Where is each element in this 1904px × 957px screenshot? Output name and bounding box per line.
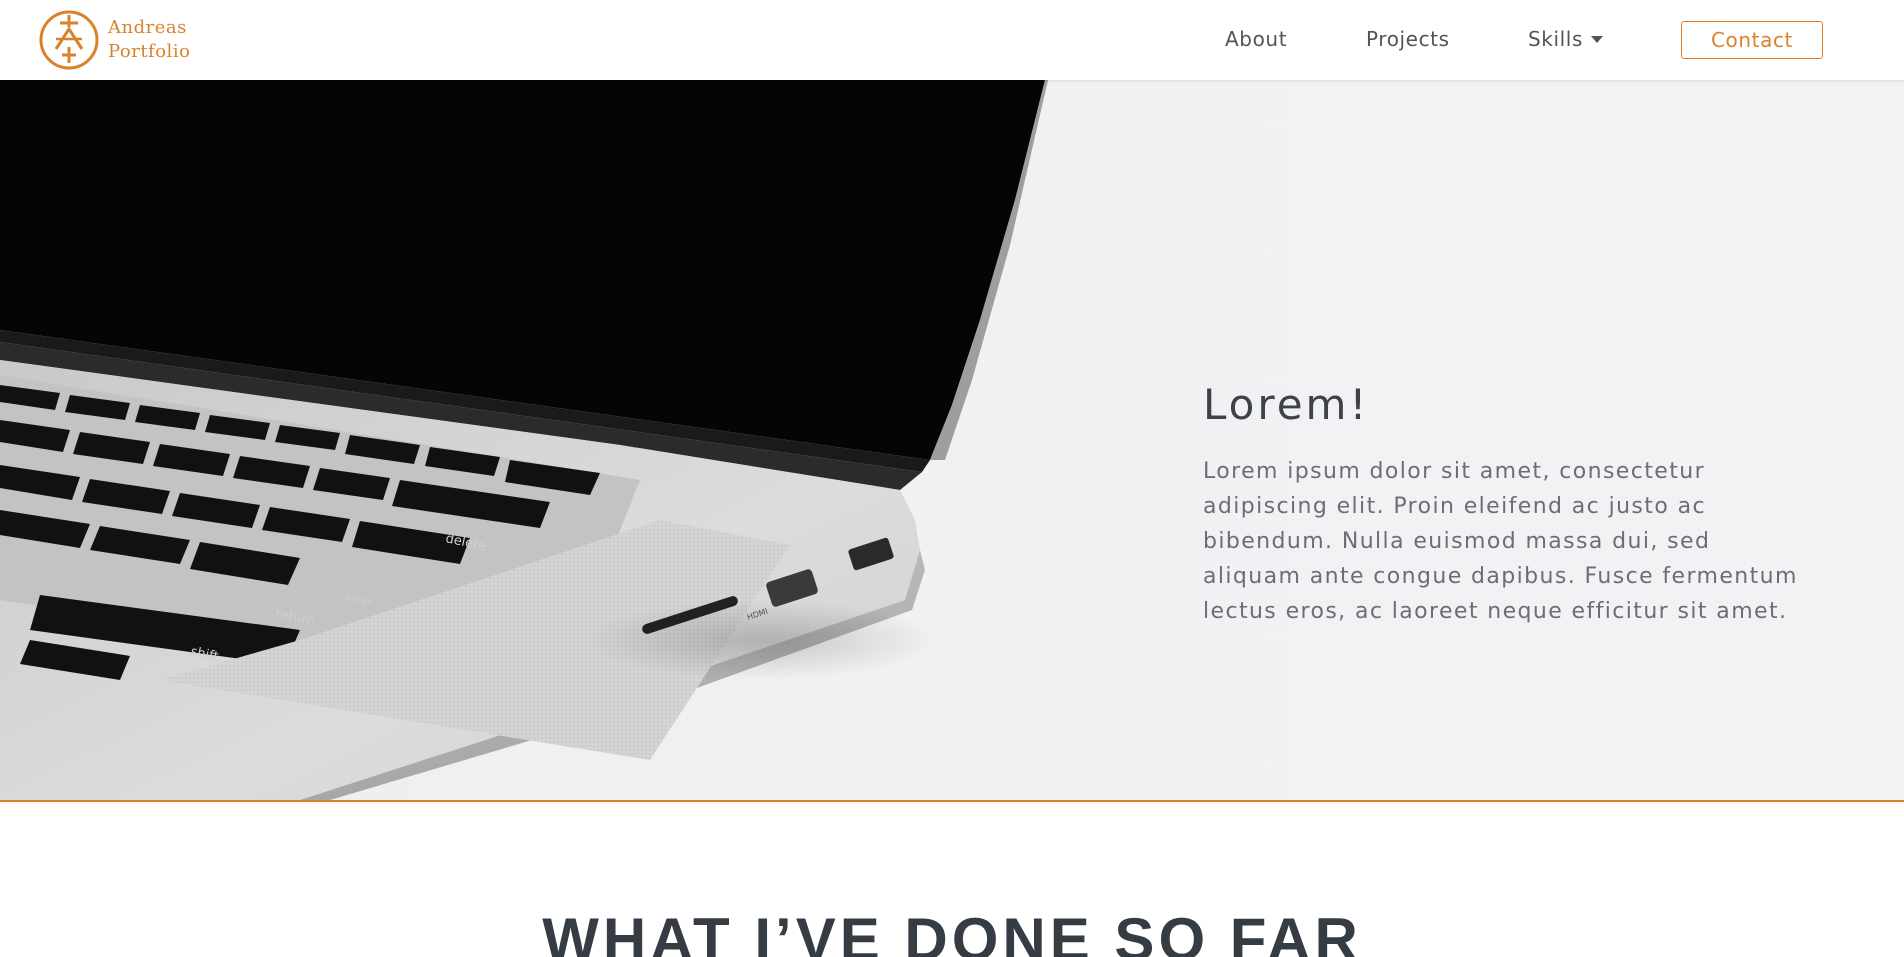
caret-down-icon	[1590, 35, 1603, 43]
nav-skills-label: Skills	[1528, 27, 1583, 51]
hero-body: Lorem ipsum dolor sit amet, consectetur …	[1203, 459, 1798, 624]
contact-button[interactable]: Contact	[1681, 21, 1823, 59]
nav-skills-dropdown[interactable]: Skills	[1528, 27, 1603, 51]
hero-copy: Lorem! Lorem ipsum dolor sit amet, conse…	[1203, 380, 1823, 629]
section-divider	[0, 800, 1904, 802]
nav-about-link[interactable]: About	[1225, 27, 1287, 51]
brand-name: Andreas Portfolio	[108, 16, 190, 64]
laptop-photo: delete return shift enter HDMI	[0, 80, 1048, 800]
site-header: Andreas Portfolio About Projects Skills …	[0, 0, 1904, 80]
brand-link[interactable]: Andreas Portfolio	[38, 8, 190, 72]
logo-icon	[39, 10, 99, 70]
hero-section: delete return shift enter HDMI Lorem! Lo…	[0, 80, 1904, 800]
hero-title: Lorem!	[1203, 380, 1370, 429]
section-title: WHAT I’VE DONE SO FAR	[542, 906, 1362, 957]
nav-projects-link[interactable]: Projects	[1366, 27, 1450, 51]
brand-line-2: Portfolio	[108, 41, 191, 62]
brand-line-1: Andreas	[108, 17, 187, 38]
